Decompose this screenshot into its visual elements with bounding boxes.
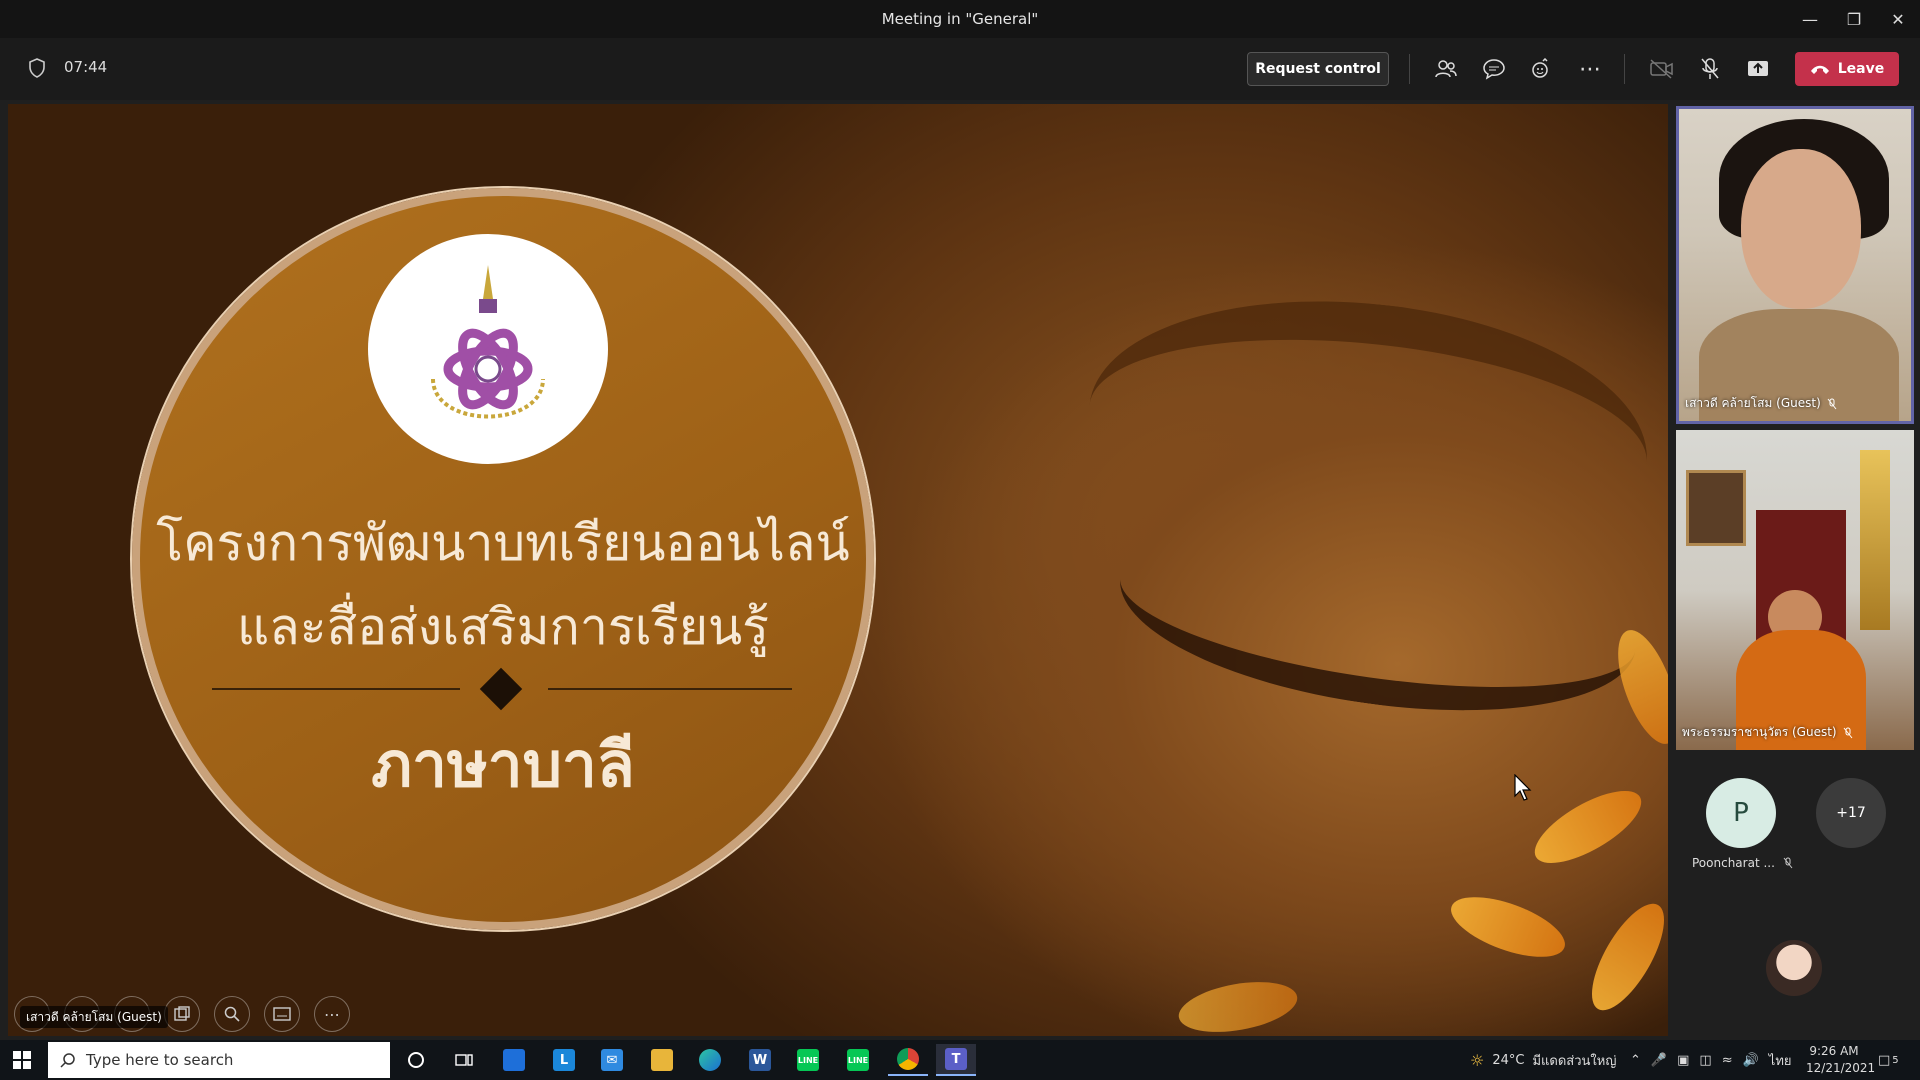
taskbar-search-box[interactable]: Type here to search	[48, 1042, 390, 1078]
flower-petal	[1524, 777, 1652, 877]
action-center-icon[interactable]: □ 5	[1878, 1040, 1899, 1080]
taskbar-clock[interactable]: 9:26 AM 12/21/2021	[1806, 1043, 1876, 1077]
word-icon[interactable]: W	[740, 1044, 780, 1076]
file-explorer-icon[interactable]	[642, 1044, 682, 1076]
tile-name-label: เสาวดี คล้ายโสม (Guest)	[1685, 394, 1837, 413]
weather-desc: มีแดดส่วนใหญ่	[1532, 1053, 1617, 1069]
meeting-timer: 07:44	[64, 58, 108, 76]
meeting-toolbar: 07:44 Request control ⋯ Leave	[0, 38, 1920, 100]
slide-divider-right	[548, 688, 792, 690]
l-app-icon[interactable]: L	[544, 1044, 584, 1076]
line-app-icon-2[interactable]: LINE	[838, 1044, 878, 1076]
camera-off-icon[interactable]	[1648, 55, 1676, 83]
wifi-icon[interactable]: ≈	[1722, 1053, 1733, 1068]
more-participants-button[interactable]: +17	[1816, 778, 1886, 848]
notification-icon: □	[1878, 1052, 1891, 1068]
participant-face	[1741, 149, 1861, 309]
video-tile[interactable]: พระธรรมราชานุวัตร (Guest)	[1676, 430, 1914, 750]
windows-taskbar: Type here to search L ✉ W LINE LINE T ☼ …	[0, 1040, 1920, 1080]
cortana-icon[interactable]	[396, 1044, 436, 1076]
video-tile[interactable]: เสาวดี คล้ายโสม (Guest)	[1676, 106, 1914, 424]
background-shrine	[1860, 450, 1890, 630]
input-language[interactable]: ไทย	[1769, 1050, 1792, 1071]
window-title: Meeting in "General"	[881, 10, 1039, 28]
participant-panel: เสาวดี คล้ายโสม (Guest) พระธรรมราชานุวัต…	[1670, 104, 1920, 1036]
close-icon[interactable]: ✕	[1876, 0, 1920, 38]
search-placeholder: Type here to search	[86, 1051, 234, 1069]
phone-hangup-icon	[1810, 65, 1829, 74]
store-icon[interactable]	[494, 1044, 534, 1076]
mic-off-icon[interactable]	[1696, 55, 1724, 83]
chevron-up-icon[interactable]: ⌃	[1630, 1053, 1641, 1068]
toolbar-divider	[1409, 54, 1410, 84]
mouse-cursor-icon	[1514, 774, 1532, 801]
shield-icon	[29, 58, 45, 78]
portrait-frame	[1686, 470, 1746, 546]
zoom-icon[interactable]	[214, 996, 250, 1032]
task-view-icon[interactable]	[444, 1044, 484, 1076]
flower-petal	[1578, 893, 1668, 1021]
self-preview-avatar[interactable]	[1766, 940, 1822, 996]
share-screen-icon[interactable]	[1744, 55, 1772, 83]
microphone-icon[interactable]: 🎤	[1651, 1053, 1667, 1068]
leave-button[interactable]: Leave	[1795, 52, 1899, 86]
participant-name: Poonchara​t ...	[1692, 856, 1793, 870]
presenter-name-label: เสาวดี คล้ายโสม (Guest)	[20, 1006, 168, 1028]
slide-subtitle: ภาษาบาลี	[371, 728, 635, 801]
participant-avatar[interactable]: P	[1706, 778, 1776, 848]
stage-more-icon[interactable]: ⋯	[314, 996, 350, 1032]
leave-label: Leave	[1837, 61, 1885, 77]
more-options-icon[interactable]: ⋯	[1576, 55, 1604, 83]
volume-icon[interactable]: 🔊	[1743, 1053, 1759, 1068]
notification-count: 5	[1892, 1054, 1899, 1066]
slide-title-line1: โครงการพัฒนาบทเรียนออนไลน์	[156, 514, 850, 572]
usb-icon[interactable]: ▣	[1677, 1053, 1689, 1068]
flower-petal	[1443, 884, 1573, 970]
mic-off-icon	[1827, 398, 1837, 409]
weather-sun-icon: ☼	[1470, 1050, 1485, 1070]
slide-title-line2: และสื่อส่งเสริมการเรียนรู้	[236, 598, 770, 656]
clock-time: 9:26 AM	[1809, 1044, 1859, 1058]
weather-temp: 24°C	[1492, 1052, 1525, 1068]
chat-icon[interactable]	[1480, 55, 1508, 83]
chrome-icon[interactable]	[888, 1044, 928, 1076]
toolbar-divider	[1624, 54, 1625, 84]
system-tray: ⌃ 🎤 ▣ ◫ ≈ 🔊 ไทย	[1630, 1040, 1792, 1080]
minimize-icon[interactable]: —	[1788, 0, 1832, 38]
line-app-icon[interactable]: LINE	[788, 1044, 828, 1076]
search-icon	[60, 1053, 75, 1068]
tile-name-label: พระธรรมราชานุวัตร (Guest)	[1682, 723, 1853, 742]
windows-start-icon[interactable]	[12, 1050, 32, 1070]
slide-divider-left	[212, 688, 460, 690]
mic-off-icon	[1783, 857, 1793, 869]
participants-icon[interactable]	[1432, 55, 1460, 83]
edge-icon[interactable]	[690, 1044, 730, 1076]
pop-out-icon[interactable]	[164, 996, 200, 1032]
clock-date: 12/21/2021	[1806, 1061, 1876, 1075]
request-control-button[interactable]: Request control	[1247, 52, 1389, 86]
shared-screen: โครงการพัฒนาบทเรียนออนไลน์ และสื่อส่งเสร…	[8, 104, 1668, 1036]
flower-petal	[1174, 973, 1302, 1036]
university-logo	[368, 234, 608, 464]
window-controls: — ❐ ✕	[1788, 0, 1920, 38]
reactions-icon[interactable]	[1528, 55, 1556, 83]
network-icon[interactable]: ◫	[1699, 1053, 1711, 1068]
mic-off-icon	[1843, 727, 1852, 738]
captions-icon[interactable]	[264, 996, 300, 1032]
teams-icon[interactable]: T	[936, 1044, 976, 1076]
weather-widget[interactable]: ☼ 24°C มีแดดส่วนใหญ่	[1470, 1040, 1616, 1080]
restore-icon[interactable]: ❐	[1832, 0, 1876, 38]
mail-icon[interactable]: ✉	[592, 1044, 632, 1076]
window-titlebar: Meeting in "General" — ❐ ✕	[0, 0, 1920, 38]
